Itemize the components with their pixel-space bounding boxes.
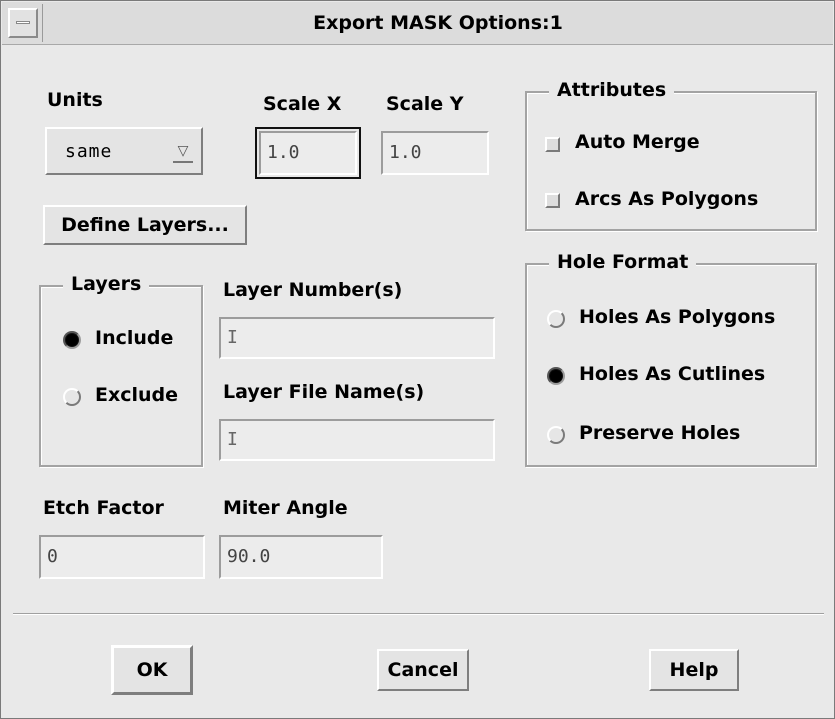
title-separator <box>42 4 43 42</box>
etch-factor-label: Etch Factor <box>43 497 164 519</box>
window-menu-icon <box>16 21 30 24</box>
attributes-legend: Attributes <box>549 79 675 101</box>
dialog-window: Export MASK Options:1 Units same ▽ Scale… <box>0 0 835 719</box>
include-radio[interactable] <box>63 331 81 349</box>
auto-merge-checkbox[interactable] <box>545 137 560 152</box>
holes-as-polygons-radio[interactable] <box>547 310 565 328</box>
define-layers-button[interactable]: Define Layers... <box>43 205 247 245</box>
layer-file-names-label: Layer File Name(s) <box>223 381 425 403</box>
units-selected-value: same <box>65 141 113 162</box>
scale-y-value: 1.0 <box>389 142 422 163</box>
miter-angle-value: 90.0 <box>227 546 271 567</box>
preserve-holes-label[interactable]: Preserve Holes <box>579 422 740 444</box>
layer-numbers-label: Layer Number(s) <box>223 279 403 301</box>
layers-group <box>39 285 203 467</box>
holes-as-cutlines-label[interactable]: Holes As Cutlines <box>579 363 765 385</box>
miter-angle-label: Miter Angle <box>223 497 348 519</box>
include-label[interactable]: Include <box>95 327 173 349</box>
attributes-group <box>525 91 817 231</box>
arcs-as-polygons-checkbox[interactable] <box>545 193 560 208</box>
scale-y-input[interactable]: 1.0 <box>381 131 489 175</box>
units-label: Units <box>47 89 103 111</box>
text-caret-icon: I <box>227 327 238 348</box>
dropdown-arrow-icon: ▽ <box>173 141 193 163</box>
layers-legend: Layers <box>63 273 150 295</box>
holes-as-polygons-label[interactable]: Holes As Polygons <box>579 306 775 328</box>
dialog-separator-highlight <box>13 614 824 615</box>
miter-angle-input[interactable]: 90.0 <box>219 535 383 579</box>
auto-merge-label[interactable]: Auto Merge <box>575 131 700 153</box>
scale-x-input[interactable]: 1.0 <box>255 127 361 179</box>
scale-x-value: 1.0 <box>267 142 300 163</box>
arcs-as-polygons-label[interactable]: Arcs As Polygons <box>575 188 758 210</box>
window-menu-button[interactable] <box>8 8 38 38</box>
cancel-button[interactable]: Cancel <box>377 649 469 691</box>
title-bar: Export MASK Options:1 <box>2 2 833 45</box>
layer-file-names-input[interactable]: I <box>219 419 495 461</box>
scale-y-label: Scale Y <box>386 93 464 115</box>
layer-numbers-input[interactable]: I <box>219 317 495 359</box>
units-option-menu[interactable]: same ▽ <box>45 127 203 175</box>
holes-as-cutlines-radio[interactable] <box>547 367 565 385</box>
etch-factor-value: 0 <box>47 546 58 567</box>
help-button[interactable]: Help <box>649 649 739 691</box>
exclude-radio[interactable] <box>63 388 81 406</box>
exclude-label[interactable]: Exclude <box>95 384 178 406</box>
hole-format-legend: Hole Format <box>549 251 697 273</box>
preserve-holes-radio[interactable] <box>547 426 565 444</box>
scale-x-label: Scale X <box>263 93 342 115</box>
etch-factor-input[interactable]: 0 <box>39 535 205 579</box>
text-caret-icon: I <box>227 429 238 450</box>
window-title: Export MASK Options:1 <box>313 12 563 34</box>
ok-button[interactable]: OK <box>111 645 193 695</box>
